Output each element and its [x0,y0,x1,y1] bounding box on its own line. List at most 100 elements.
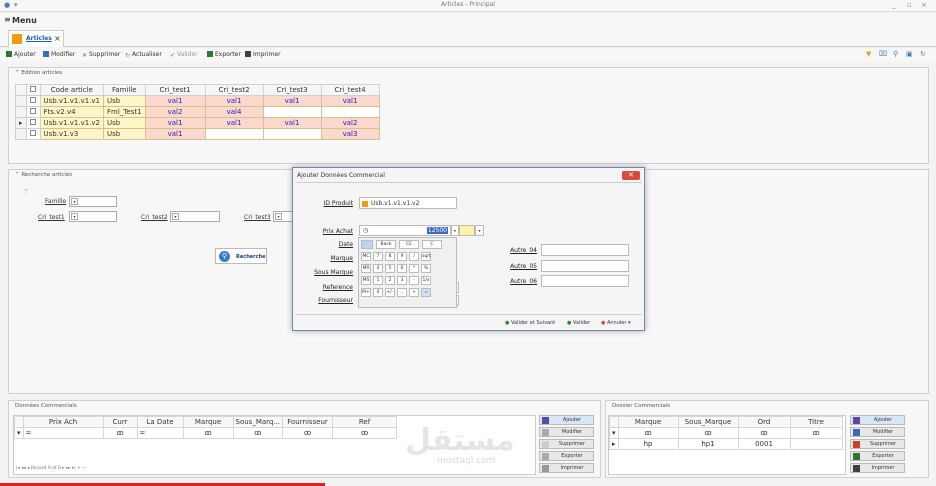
cell-cri3[interactable]: val1 [262,117,322,129]
col-ref[interactable]: Ref [332,416,398,428]
autre-06-field[interactable] [541,275,629,287]
col-famille[interactable]: Famille [103,84,146,96]
col-cri-test2[interactable]: Cri_test2 [204,84,264,96]
currency-field[interactable] [459,225,475,236]
calc-key[interactable]: 2 [385,276,395,285]
cri-test2-select[interactable]: ▾ [170,211,220,222]
cell-cri2[interactable]: val1 [204,95,264,107]
filter-row[interactable]: ▾ = ꝏ = ꝏ ꝏ ꝏ ꝏ [14,427,398,439]
table-row[interactable]: Usb.v1.v1.v1.v1 Usb val1 val1 val1 val1 [15,95,380,107]
maximize-button[interactable]: ▫ [907,1,912,9]
id-produit-field[interactable]: Usb.v1.v1.v1.v2 [359,197,457,209]
calc-key-c[interactable]: C [422,240,442,249]
calc-key[interactable]: + [409,288,419,297]
calc-key[interactable]: % [421,264,431,273]
cell-code[interactable]: Fts.v2.v4 [39,106,105,118]
menu-label[interactable]: Menu [12,16,37,25]
currency-dropdown[interactable]: ▾ [475,225,484,236]
col-marque[interactable]: Marque [617,416,679,428]
calc-key[interactable]: 1/x [421,276,431,285]
supprimer-button[interactable]: Supprimer [539,439,594,449]
row-checkbox[interactable] [30,130,37,136]
autre-04-field[interactable] [541,244,629,256]
ajouter-button[interactable]: Ajouter [539,415,594,425]
annuler-button[interactable]: ● Annuler ▾ [601,320,631,326]
calc-key[interactable]: M+ [361,288,371,297]
cell-famille[interactable]: Usb [103,128,146,140]
table-row[interactable]: ▸ hp hp1 0001 [609,438,843,450]
filter-row[interactable]: ▾ ꝏ ꝏ ꝏ ꝏ [609,427,843,439]
famille-select[interactable]: ▾ [69,196,117,207]
modifier-button[interactable]: Modifier [539,427,594,437]
cell-cri2[interactable] [204,128,264,140]
calc-key[interactable]: 5 [385,264,395,273]
zoom-icon[interactable]: ⚲ [893,50,898,58]
toolbar-ajouter-button[interactable]: Ajouter [6,51,36,58]
col-la-date[interactable]: La Date [136,416,184,428]
table-row[interactable]: Fts.v2.v4 Fml_Test1 val2 val4 [15,106,380,118]
calc-key[interactable]: MR [361,264,371,273]
cell-cri4[interactable]: val2 [320,117,380,129]
calc-key[interactable]: 1 [373,276,383,285]
toolbar-imprimer-button[interactable]: Imprimer [245,51,281,58]
minimize-button[interactable]: _ [892,1,896,9]
supprimer-button[interactable]: Supprimer [850,439,905,449]
prix-achat-dropdown[interactable]: ▾ [451,225,459,236]
col-cri-test1[interactable]: Cri_test1 [144,84,206,96]
reload-icon[interactable]: ↻ [920,50,926,58]
cell-cri4[interactable]: val1 [320,95,380,107]
col-code-article[interactable]: Code article [39,84,105,96]
cri-test3-select[interactable]: ▾ [273,211,293,222]
row-checkbox[interactable] [30,119,37,125]
calc-key[interactable]: 0 [373,288,383,297]
cell-famille[interactable]: Usb [103,95,146,107]
valider-suivant-button[interactable]: ● Valider et Suivant [505,320,555,326]
row-checkbox[interactable] [30,108,37,114]
dialog-close-button[interactable]: ✕ [622,171,640,180]
record-navigator[interactable]: |◂ ◂◂ ◂ Record 0 of 0 ▸ ▸▸ ▸| + − [16,466,86,471]
toolbar-valider-button[interactable]: ✔ Valider [170,51,198,59]
col-marque[interactable]: Marque [182,416,234,428]
toolbar-actualiser-button[interactable]: ↻ Actualiser [125,51,162,59]
cell-cri3[interactable]: val1 [262,95,322,107]
calc-key[interactable]: 8 [385,252,395,261]
calc-key-back[interactable]: Back [376,240,396,249]
cell-code[interactable]: Usb.v1.v3 [39,128,105,140]
calc-key[interactable]: 9 [397,252,407,261]
calc-key[interactable]: MS [361,276,371,285]
cell-cri2[interactable]: val4 [204,106,264,118]
col-cri-test3[interactable]: Cri_test3 [262,84,322,96]
ajouter-button[interactable]: Ajouter [850,415,905,425]
select-all-checkbox[interactable] [30,86,37,92]
imprimer-button[interactable]: Imprimer [539,463,594,473]
cell-cri4[interactable] [320,106,380,118]
cell-cri4[interactable]: val3 [320,128,380,140]
calc-key[interactable]: = [421,288,431,297]
cell-cri1[interactable]: val1 [144,128,206,140]
calc-key[interactable]: 3 [397,276,407,285]
calc-key[interactable]: / [409,252,419,261]
col-sous-marque[interactable]: Sous_Marque [677,416,739,428]
calc-key[interactable]: 6 [397,264,407,273]
save-icon[interactable]: ▣ [906,50,913,58]
cell-cri3[interactable] [262,106,322,118]
col-fournisseur[interactable]: Fournisseur [282,416,334,428]
cell-cri3[interactable] [262,128,322,140]
calc-key[interactable]: , [397,288,407,297]
col-cri-test4[interactable]: Cri_test4 [320,84,380,96]
close-window-button[interactable]: × [921,1,927,9]
cell-cri2[interactable]: val1 [204,117,264,129]
row-checkbox[interactable] [30,97,37,103]
calc-key[interactable]: * [409,264,419,273]
table-row[interactable]: ▸ Usb.v1.v1.v1.v2 Usb val1 val1 val1 val… [15,117,380,129]
prix-achat-field[interactable]: ◷ 12500 [359,225,451,236]
exporter-button[interactable]: Exporter [850,451,905,461]
recherche-button[interactable]: ⚲ Recherche [215,248,267,264]
cell-famille[interactable]: Fml_Test1 [103,106,146,118]
toolbar-supprimer-button[interactable]: ✕ Supprimer [82,51,120,59]
autre-05-field[interactable] [541,260,629,272]
calc-key-ce[interactable]: CE [399,240,419,249]
calc-key[interactable]: - [409,276,419,285]
col-curr[interactable]: Curr [102,416,138,428]
col-ord[interactable]: Ord [737,416,791,428]
